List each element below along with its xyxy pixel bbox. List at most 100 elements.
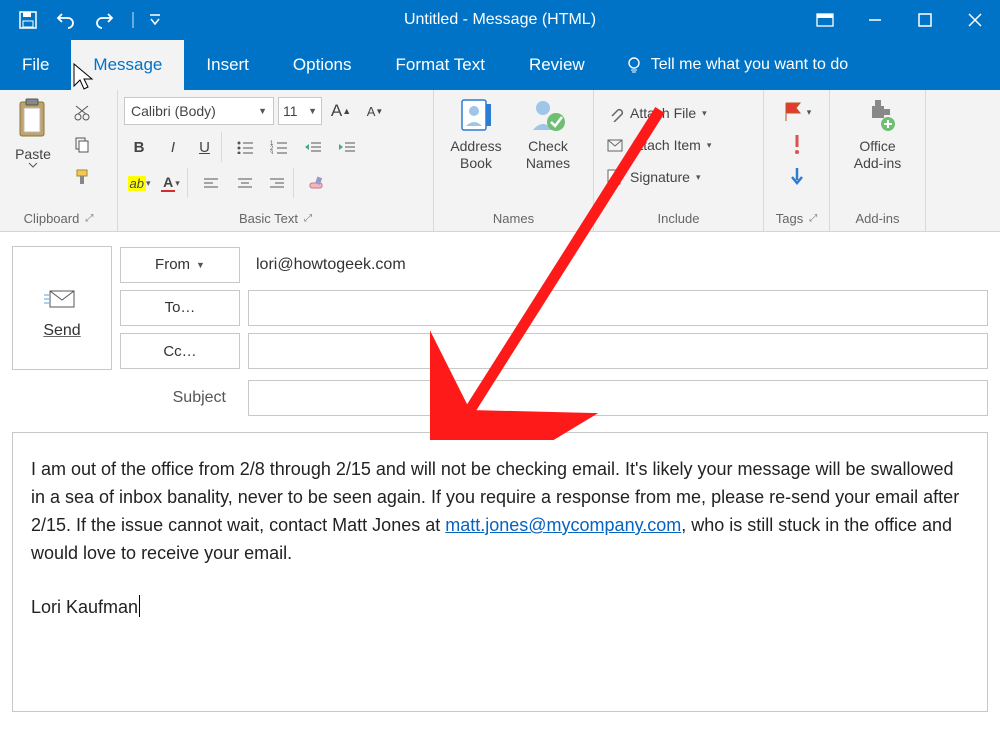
to-button[interactable]: To… bbox=[120, 290, 240, 326]
attach-file-button[interactable]: Attach File▾ bbox=[600, 98, 717, 128]
address-book-label: Address Book bbox=[450, 138, 501, 172]
underline-button[interactable]: U bbox=[192, 132, 222, 162]
from-value: lori@howtogeek.com bbox=[248, 247, 988, 283]
tell-me-search[interactable]: Tell me what you want to do bbox=[607, 40, 866, 90]
high-importance-icon[interactable] bbox=[782, 130, 812, 158]
group-clipboard-label: Clipboard bbox=[24, 211, 80, 226]
group-addins-label: Add-ins bbox=[836, 207, 919, 229]
shrink-font-icon[interactable]: A▼ bbox=[360, 96, 390, 126]
bold-button[interactable]: B bbox=[124, 132, 154, 162]
save-icon[interactable] bbox=[10, 0, 46, 40]
from-button[interactable]: From▼ bbox=[120, 247, 240, 283]
message-body[interactable]: I am out of the office from 2/8 through … bbox=[12, 432, 988, 712]
group-basic-text-label: Basic Text bbox=[239, 211, 298, 226]
maximize-icon[interactable] bbox=[900, 0, 950, 40]
group-basic-text: Calibri (Body)▼ 11▼ A▲ A▼ B I U 123 ab▾ … bbox=[118, 90, 434, 231]
font-size-combo[interactable]: 11▼ bbox=[278, 97, 322, 125]
grow-font-icon[interactable]: A▲ bbox=[326, 96, 356, 126]
tab-file[interactable]: File bbox=[0, 40, 71, 90]
group-include: Attach File▾ Attach Item▾ Signature▾ Inc… bbox=[594, 90, 764, 231]
body-paragraph: I am out of the office from 2/8 through … bbox=[31, 455, 969, 567]
to-field[interactable] bbox=[248, 290, 988, 326]
format-painter-icon[interactable] bbox=[68, 164, 96, 190]
tab-insert[interactable]: Insert bbox=[184, 40, 271, 90]
tab-review[interactable]: Review bbox=[507, 40, 607, 90]
check-names-label: Check Names bbox=[526, 138, 570, 172]
quick-access-toolbar bbox=[0, 0, 166, 40]
text-caret bbox=[139, 595, 140, 617]
ribbon: Paste Clipboard ⤢ Calibri (Body)▼ 11▼ A▲ … bbox=[0, 90, 1000, 232]
dialog-launcher-icon[interactable]: ⤢ bbox=[304, 213, 312, 224]
clear-formatting-icon[interactable] bbox=[302, 168, 332, 198]
highlight-color-icon[interactable]: ab▾ bbox=[124, 168, 154, 198]
copy-icon[interactable] bbox=[68, 132, 96, 158]
send-button[interactable]: Send bbox=[12, 246, 112, 370]
group-tags-label: Tags bbox=[776, 211, 803, 226]
font-name-combo[interactable]: Calibri (Body)▼ bbox=[124, 97, 274, 125]
close-icon[interactable] bbox=[950, 0, 1000, 40]
check-names-icon bbox=[528, 96, 568, 136]
office-addins-button[interactable]: Office Add-ins bbox=[838, 94, 918, 172]
group-names: Address Book Check Names Names bbox=[434, 90, 594, 231]
office-addins-label: Office Add-ins bbox=[854, 138, 901, 172]
tab-message[interactable]: Message bbox=[71, 40, 184, 90]
paste-label: Paste bbox=[15, 146, 51, 162]
paste-button[interactable]: Paste bbox=[6, 94, 60, 168]
group-tags: ▾ Tags ⤢ bbox=[764, 90, 830, 231]
cc-button[interactable]: Cc… bbox=[120, 333, 240, 369]
compose-area: Send From▼ lori@howtogeek.com To… Cc… Su… bbox=[0, 232, 1000, 724]
addins-icon bbox=[858, 96, 898, 136]
follow-up-icon[interactable]: ▾ bbox=[782, 98, 812, 126]
cut-icon[interactable] bbox=[68, 100, 96, 126]
address-book-icon bbox=[456, 96, 496, 136]
window-title: Untitled - Message (HTML) bbox=[404, 0, 596, 40]
undo-icon[interactable] bbox=[48, 0, 84, 40]
chevron-down-icon bbox=[28, 162, 38, 168]
dialog-launcher-icon[interactable]: ⤢ bbox=[85, 213, 93, 224]
subject-label: Subject bbox=[12, 389, 240, 407]
ribbon-tabs: File Message Insert Options Format Text … bbox=[0, 40, 1000, 90]
body-email-link[interactable]: matt.jones@mycompany.com bbox=[445, 515, 681, 535]
address-book-button[interactable]: Address Book bbox=[440, 94, 512, 172]
paperclip-icon bbox=[606, 104, 624, 122]
decrease-indent-icon[interactable] bbox=[298, 132, 328, 162]
tell-me-label: Tell me what you want to do bbox=[651, 56, 848, 74]
message-header: Send From▼ lori@howtogeek.com To… Cc… bbox=[12, 246, 988, 370]
attach-item-button[interactable]: Attach Item▾ bbox=[600, 130, 717, 160]
minimize-icon[interactable] bbox=[850, 0, 900, 40]
qat-separator bbox=[124, 0, 142, 40]
dialog-launcher-icon[interactable]: ⤢ bbox=[809, 213, 817, 224]
increase-indent-icon[interactable] bbox=[332, 132, 362, 162]
cc-field[interactable] bbox=[248, 333, 988, 369]
tab-format-text[interactable]: Format Text bbox=[374, 40, 507, 90]
low-importance-icon[interactable] bbox=[782, 162, 812, 190]
redo-icon[interactable] bbox=[86, 0, 122, 40]
align-right-icon[interactable] bbox=[264, 168, 294, 198]
send-label: Send bbox=[43, 322, 80, 340]
body-signature: Lori Kaufman bbox=[31, 593, 969, 621]
align-center-icon[interactable] bbox=[230, 168, 260, 198]
tab-options[interactable]: Options bbox=[271, 40, 374, 90]
group-clipboard: Paste Clipboard ⤢ bbox=[0, 90, 118, 231]
check-names-button[interactable]: Check Names bbox=[512, 94, 584, 172]
italic-button[interactable]: I bbox=[158, 132, 188, 162]
attach-item-icon bbox=[606, 136, 624, 154]
lightbulb-icon bbox=[625, 56, 643, 74]
send-mail-icon bbox=[44, 288, 80, 312]
ribbon-display-icon[interactable] bbox=[800, 0, 850, 40]
titlebar: Untitled - Message (HTML) bbox=[0, 0, 1000, 40]
svg-text:3: 3 bbox=[270, 151, 274, 154]
qat-customize-icon[interactable] bbox=[144, 0, 166, 40]
bullets-icon[interactable] bbox=[230, 132, 260, 162]
subject-field[interactable] bbox=[248, 380, 988, 416]
signature-button[interactable]: Signature▾ bbox=[600, 162, 717, 192]
group-names-label: Names bbox=[440, 207, 587, 229]
clipboard-icon bbox=[14, 98, 52, 142]
align-left-icon[interactable] bbox=[196, 168, 226, 198]
font-color-icon[interactable]: A▾ bbox=[158, 168, 188, 198]
window-controls bbox=[800, 0, 1000, 40]
group-addins: Office Add-ins Add-ins bbox=[830, 90, 926, 231]
group-include-label: Include bbox=[600, 207, 757, 229]
signature-icon bbox=[606, 168, 624, 186]
numbering-icon[interactable]: 123 bbox=[264, 132, 294, 162]
